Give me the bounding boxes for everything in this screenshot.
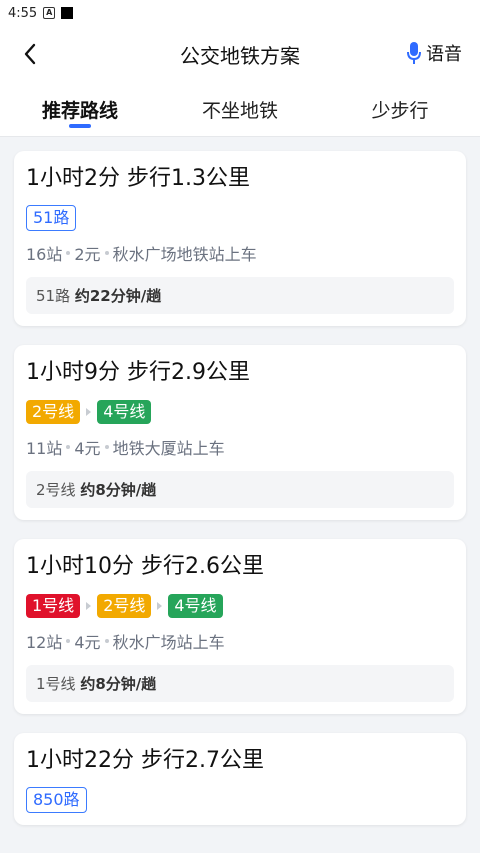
route-meta: 12站 4元 秋水广场站上车: [26, 629, 454, 653]
route-summary: 1小时10分 步行2.6公里: [26, 554, 264, 579]
separator-dot: [66, 251, 71, 255]
microphone-icon: [407, 42, 421, 64]
tab-recommended[interactable]: 推荐路线: [0, 82, 160, 128]
separator-dot: [66, 639, 71, 643]
stop-count: 12站: [26, 633, 63, 652]
transfer-arrow-icon: [157, 602, 163, 610]
route-meta: 11站 4元 地铁大厦站上车: [26, 435, 454, 459]
tab-label: 少步行: [371, 100, 429, 122]
separator-dot: [104, 445, 109, 449]
notification-square-icon: [61, 7, 74, 19]
notification-a-icon: A: [43, 7, 56, 19]
route-lines: 51路: [26, 205, 454, 231]
status-bar: 4:55 A: [0, 0, 480, 26]
fare: 4元: [74, 439, 101, 458]
stop-count: 11站: [26, 439, 63, 458]
bus-line-badge: 850路: [26, 787, 87, 813]
tab-label: 不坐地铁: [201, 100, 278, 122]
route-summary: 1小时9分 步行2.9公里: [26, 360, 250, 385]
chevron-left-icon: [24, 43, 36, 65]
route-card[interactable]: 1小时9分 步行2.9公里 2号线 4号线 11站 4元 地铁大厦站上车 2号线…: [14, 345, 466, 520]
tab-less-walking[interactable]: 少步行: [320, 82, 480, 123]
frequency-box: 51路 约22分钟/趟: [26, 277, 454, 314]
frequency-text: 约22分钟/趟: [74, 287, 162, 305]
frequency-line: 51路: [36, 287, 71, 305]
route-list: 1小时2分 步行1.3公里 51路 16站 2元 秋水广场地铁站上车 51路 约…: [0, 137, 480, 825]
route-lines: 850路: [26, 787, 454, 813]
route-card[interactable]: 1小时10分 步行2.6公里 1号线 2号线 4号线 12站 4元 秋水广场站上…: [14, 539, 466, 714]
route-meta: 16站 2元 秋水广场地铁站上车: [26, 241, 454, 265]
transfer-arrow-icon: [86, 408, 92, 416]
frequency-line: 1号线: [36, 675, 76, 693]
separator-dot: [66, 445, 71, 449]
tab-active-indicator: [69, 124, 91, 128]
status-time: 4:55: [8, 5, 38, 21]
voice-button[interactable]: 语音: [406, 40, 462, 66]
subway-line-badge: 1号线: [26, 594, 81, 618]
frequency-box: 1号线 约8分钟/趟: [26, 665, 454, 702]
separator-dot: [104, 639, 109, 643]
subway-line-badge: 4号线: [168, 594, 223, 618]
back-button[interactable]: [16, 40, 44, 68]
frequency-box: 2号线 约8分钟/趟: [26, 471, 454, 508]
route-lines: 2号线 4号线: [26, 399, 454, 425]
frequency-text: 约8分钟/趟: [80, 675, 157, 693]
fare: 2元: [74, 245, 101, 264]
frequency-line: 2号线: [36, 481, 76, 499]
boarding-stop: 秋水广场地铁站上车: [112, 245, 257, 264]
tab-label: 推荐路线: [41, 100, 118, 122]
bus-line-badge: 51路: [26, 205, 77, 231]
route-card[interactable]: 1小时22分 步行2.7公里 850路: [14, 733, 466, 825]
fare: 4元: [74, 633, 101, 652]
route-summary: 1小时22分 步行2.7公里: [26, 748, 264, 773]
tab-no-subway[interactable]: 不坐地铁: [160, 82, 320, 123]
route-summary: 1小时2分 步行1.3公里: [26, 166, 250, 191]
stop-count: 16站: [26, 245, 63, 264]
page-title: 公交地铁方案: [180, 43, 300, 68]
subway-line-badge: 2号线: [26, 400, 81, 424]
route-card[interactable]: 1小时2分 步行1.3公里 51路 16站 2元 秋水广场地铁站上车 51路 约…: [14, 151, 466, 326]
boarding-stop: 秋水广场站上车: [112, 633, 225, 652]
voice-label: 语音: [426, 44, 462, 65]
boarding-stop: 地铁大厦站上车: [112, 439, 225, 458]
separator-dot: [104, 251, 109, 255]
subway-line-badge: 4号线: [97, 400, 152, 424]
subway-line-badge: 2号线: [97, 594, 152, 618]
frequency-text: 约8分钟/趟: [80, 481, 157, 499]
transfer-arrow-icon: [86, 602, 92, 610]
header: 公交地铁方案 语音: [0, 26, 480, 82]
route-lines: 1号线 2号线 4号线: [26, 593, 454, 619]
route-tabs: 推荐路线 不坐地铁 少步行: [0, 82, 480, 137]
